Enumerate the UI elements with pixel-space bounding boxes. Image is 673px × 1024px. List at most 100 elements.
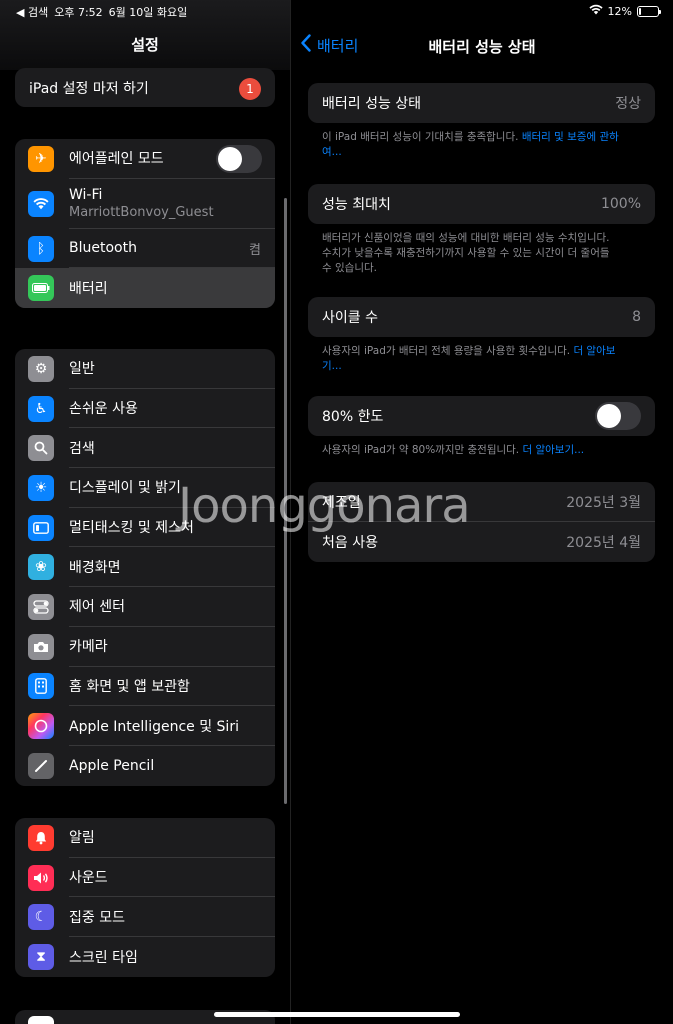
sidebar-item-bluetooth[interactable]: ᛒ Bluetooth 켬 xyxy=(15,229,275,269)
wifi-icon xyxy=(28,190,54,217)
limit-note: 사용자의 iPad가 약 80%까지만 충전됩니다. 더 알아보기... xyxy=(322,443,622,458)
sidebar-item-search[interactable]: 검색 xyxy=(15,428,275,469)
bell-icon xyxy=(28,824,54,851)
sidebar-item-accessibility[interactable]: ♿ 손쉬운 사용 xyxy=(15,389,275,429)
sidebar-item-screen-time[interactable]: ⧗ 스크린 타임 xyxy=(15,937,275,977)
health-note: 이 iPad 배터리 성능이 기대치를 충족합니다. 배터리 및 보증에 관하여… xyxy=(322,130,622,160)
battery-icon xyxy=(28,275,54,302)
sidebar-title: 설정 xyxy=(131,36,159,54)
sidebar-item-label: 멀티태스킹 및 제스처 xyxy=(69,520,194,537)
sidebar-item-label: 집중 모드 xyxy=(69,909,125,926)
limit-toggle[interactable] xyxy=(595,402,641,430)
pencil-icon xyxy=(28,752,54,779)
max-capacity-note: 배터리가 신품이었을 때의 성능에 대비한 배터리 성능 수치입니다. 수치가 … xyxy=(322,232,610,274)
airplane-toggle[interactable] xyxy=(216,145,262,173)
sidebar-item-notifications[interactable]: 알림 xyxy=(15,818,275,858)
limit-note-text: 사용자의 iPad가 약 80%까지만 충전됩니다. xyxy=(322,444,523,456)
status-time: 오후 7:52 xyxy=(54,6,103,19)
manufacture-row: 제조일 2025년 3월 xyxy=(308,482,655,522)
status-bar: ◀ 검색 오후 7:52 6월 10일 화요일 12% xyxy=(0,0,673,24)
notifications-group: 알림 사운드 ☾ 집중 모드 ⧗ 스크린 타임 xyxy=(15,818,275,977)
multitasking-icon xyxy=(28,514,54,541)
bluetooth-icon: ᛒ xyxy=(28,235,54,262)
sidebar-item-label: 스크린 타임 xyxy=(69,949,138,966)
settings-sidebar: 설정 iPad 설정 마저 하기 1 ✈ 에어플레인 모드 Wi-Fi Marr… xyxy=(0,0,290,1024)
cycle-row: 사이클 수 8 xyxy=(308,297,655,337)
sidebar-item-label: Apple Pencil xyxy=(69,757,155,774)
max-capacity-label: 성능 최대치 xyxy=(322,197,391,213)
sidebar-item-setup[interactable]: iPad 설정 마저 하기 1 xyxy=(15,68,275,107)
cycle-note: 사용자의 iPad가 배터리 전체 용량을 사용한 횟수입니다. 더 알아보기.… xyxy=(322,344,622,374)
sidebar-item-sounds[interactable]: 사운드 xyxy=(15,858,275,898)
setup-group: iPad 설정 마저 하기 1 xyxy=(15,68,275,107)
sidebar-scrollbar[interactable] xyxy=(284,198,287,804)
cycle-note-text: 사용자의 iPad가 배터리 전체 용량을 사용한 횟수입니다. xyxy=(322,345,574,357)
first-use-value: 2025년 4월 xyxy=(566,535,641,551)
battery-status-icon xyxy=(637,5,661,17)
sun-icon: ☀ xyxy=(28,474,54,501)
health-value: 정상 xyxy=(615,96,641,112)
first-use-label: 처음 사용 xyxy=(322,535,378,551)
control-center-icon xyxy=(28,593,54,620)
airplane-icon: ✈ xyxy=(28,145,54,172)
moon-icon: ☾ xyxy=(28,904,54,931)
cycle-label: 사이클 수 xyxy=(322,310,378,326)
sidebar-item-label: 배경화면 xyxy=(69,559,121,576)
sidebar-item-general[interactable]: ⚙ 일반 xyxy=(15,349,275,389)
sidebar-item-wallpaper[interactable]: ❀ 배경화면 xyxy=(15,547,275,588)
sidebar-item-display[interactable]: ☀ 디스플레이 및 밝기 xyxy=(15,468,275,508)
sidebar-item-camera[interactable]: 카메라 xyxy=(15,627,275,667)
health-card: 배터리 성능 상태 정상 xyxy=(308,83,655,123)
cycle-value: 8 xyxy=(632,309,641,325)
manufacture-label: 제조일 xyxy=(322,494,361,511)
health-label: 배터리 성능 상태 xyxy=(322,96,422,112)
sidebar-item-wifi[interactable]: Wi-Fi MarriottBonvoy_Guest xyxy=(15,179,275,229)
sidebar-item-label: 카메라 xyxy=(69,639,108,656)
sidebar-item-label: Bluetooth xyxy=(69,240,137,257)
cycle-card: 사이클 수 8 xyxy=(308,297,655,337)
sidebar-item-focus[interactable]: ☾ 집중 모드 xyxy=(15,897,275,938)
sidebar-item-label: 검색 xyxy=(69,440,95,457)
touch-id-icon xyxy=(28,1016,54,1024)
speaker-icon xyxy=(28,864,54,891)
sidebar-item-label: 알림 xyxy=(69,830,95,847)
sidebar-item-multitasking[interactable]: 멀티태스킹 및 제스처 xyxy=(15,508,275,548)
bluetooth-value: 켬 xyxy=(249,243,261,259)
first-use-row: 처음 사용 2025년 4월 xyxy=(308,522,655,562)
sidebar-item-label: 배터리 xyxy=(69,281,108,298)
setup-badge: 1 xyxy=(239,78,261,100)
sidebar-item-airplane[interactable]: ✈ 에어플레인 모드 xyxy=(15,139,275,179)
home-indicator[interactable] xyxy=(214,1012,460,1017)
sidebar-item-home-screen[interactable]: 홈 화면 및 앱 보관함 xyxy=(15,667,275,707)
sidebar-item-label: Wi-Fi xyxy=(69,186,103,203)
sidebar-item-siri[interactable]: Apple Intelligence 및 Siri xyxy=(15,706,275,746)
hourglass-icon: ⧗ xyxy=(28,943,54,970)
siri-icon xyxy=(28,713,54,740)
back-to-search[interactable]: ◀ 검색 xyxy=(16,4,48,20)
camera-icon xyxy=(28,633,54,660)
detail-navbar: 배터리 배터리 성능 상태 xyxy=(291,24,673,68)
accessibility-icon: ♿ xyxy=(28,395,54,422)
gear-icon: ⚙ xyxy=(28,355,54,382)
sidebar-item-control-center[interactable]: 제어 센터 xyxy=(15,587,275,627)
sidebar-item-label: 사운드 xyxy=(69,870,108,887)
limit-label: 80% 한도 xyxy=(322,409,384,425)
limit-card: 80% 한도 xyxy=(308,396,655,436)
battery-percent: 12% xyxy=(607,4,632,18)
general-group: ⚙ 일반 ♿ 손쉬운 사용 검색 ☀ 디스플레이 및 밝기 멀티태스킹 및 제스… xyxy=(15,349,275,786)
sidebar-item-label: 손쉬운 사용 xyxy=(69,401,138,418)
limit-row: 80% 한도 xyxy=(308,396,655,436)
sidebar-item-label: 제어 센터 xyxy=(69,599,125,616)
limit-learn-more-link[interactable]: 더 알아보기... xyxy=(522,444,584,456)
sidebar-item-label: Apple Intelligence 및 Siri xyxy=(69,718,239,735)
home-screen-icon xyxy=(28,673,54,700)
max-capacity-value: 100% xyxy=(600,196,641,212)
sidebar-item-battery[interactable]: 배터리 xyxy=(15,268,275,309)
search-icon xyxy=(28,435,54,462)
sidebar-item-apple-pencil[interactable]: Apple Pencil xyxy=(15,746,275,786)
wifi-network-name: MarriottBonvoy_Guest xyxy=(69,204,214,220)
page-title: 배터리 성능 상태 xyxy=(428,38,536,56)
split-divider xyxy=(290,0,291,1024)
manufacture-value: 2025년 3월 xyxy=(566,494,641,511)
wifi-status-icon xyxy=(588,4,603,18)
